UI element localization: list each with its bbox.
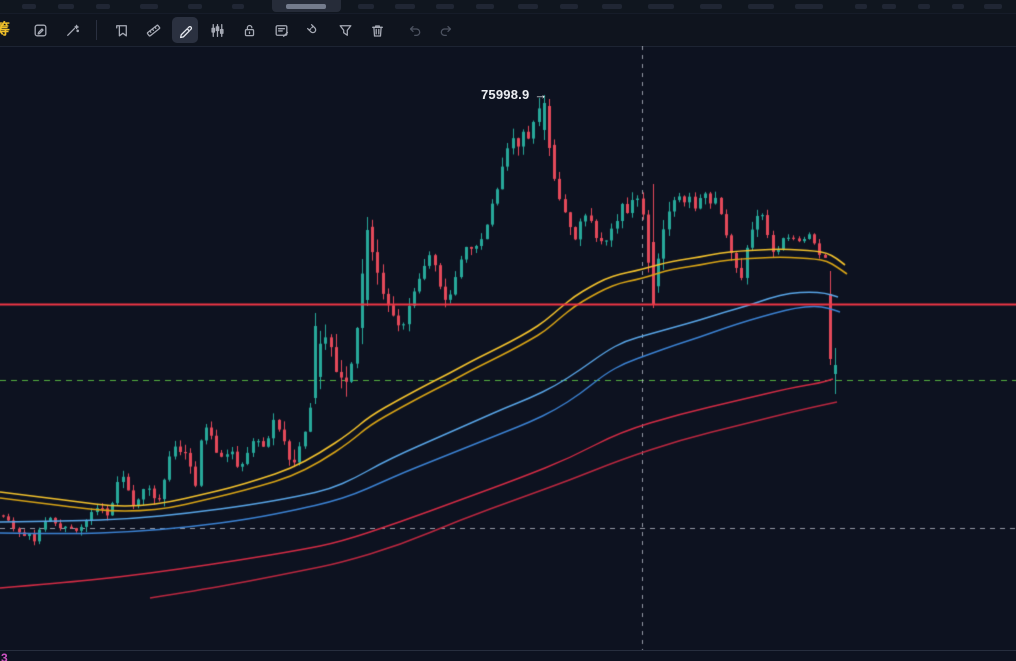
price-annotation[interactable]: 75998.9 → [481,87,548,102]
ruler-icon [146,24,160,37]
timeframe-fragment [855,4,867,9]
chip-indicator-label[interactable]: 筹 [0,15,13,45]
brush-icon [179,25,192,38]
timeframe-fragment [96,4,110,9]
timeframe-fragment [648,4,674,9]
timeframe-fragment [188,4,202,9]
timeframe-fragment [918,4,930,9]
bottom-bar: 3 [0,650,1016,661]
timeframe-fragment [22,4,36,9]
timeframe-fragment [476,4,494,9]
timeframe-fragment [795,4,823,9]
timeframe-fragment [58,4,74,9]
timeframe-fragment [286,4,326,9]
timeframe-fragment [748,4,774,9]
arrow-right-icon: → [534,87,548,102]
filter-icon [339,24,351,36]
brush-button[interactable] [172,17,198,43]
edit-sync-button[interactable] [27,17,53,43]
trash-icon [371,24,383,37]
timeframe-fragment [140,4,158,9]
timeframe-fragment [436,4,454,9]
candlestick-canvas[interactable] [0,46,1016,650]
trash-button[interactable] [364,17,390,43]
candle-pattern-button[interactable] [204,17,230,43]
redo-icon [440,25,451,36]
candle-pattern-icon [210,23,224,37]
bookmark-icon [115,24,127,36]
timeframe-fragment [882,4,896,9]
timeframe-fragment [358,4,374,9]
magic-wand-icon [66,24,79,36]
redo-button[interactable] [433,17,459,43]
drawing-toolbar: 筹 [0,14,1016,47]
timeframe-fragment [560,4,578,9]
edit-sync-icon [34,24,46,36]
timeframe-fragment [984,4,1002,9]
chart-area[interactable]: 75998.9 → [0,46,1016,650]
magnet-icon [306,23,316,33]
timeframe-fragment [602,4,622,9]
timeframe-strip[interactable] [0,0,1016,14]
timeframe-fragment [232,4,244,9]
timeframe-fragment [700,4,722,9]
undo-button[interactable] [401,17,427,43]
undo-icon [409,25,420,36]
filter-button[interactable] [332,17,358,43]
ruler-button[interactable] [140,17,166,43]
magnet-button[interactable] [300,17,326,43]
magic-wand-button[interactable] [59,17,85,43]
note-edit-icon [275,24,288,37]
note-edit-button[interactable] [268,17,294,43]
timeframe-fragment [518,4,538,9]
timeframe-fragment [395,4,415,9]
price-annotation-value: 75998.9 [481,87,530,102]
bookmark-button[interactable] [108,17,134,43]
lock-icon [244,24,254,36]
timeframe-fragment [952,4,964,9]
lock-button[interactable] [236,17,262,43]
toolbar-separator [96,20,97,40]
